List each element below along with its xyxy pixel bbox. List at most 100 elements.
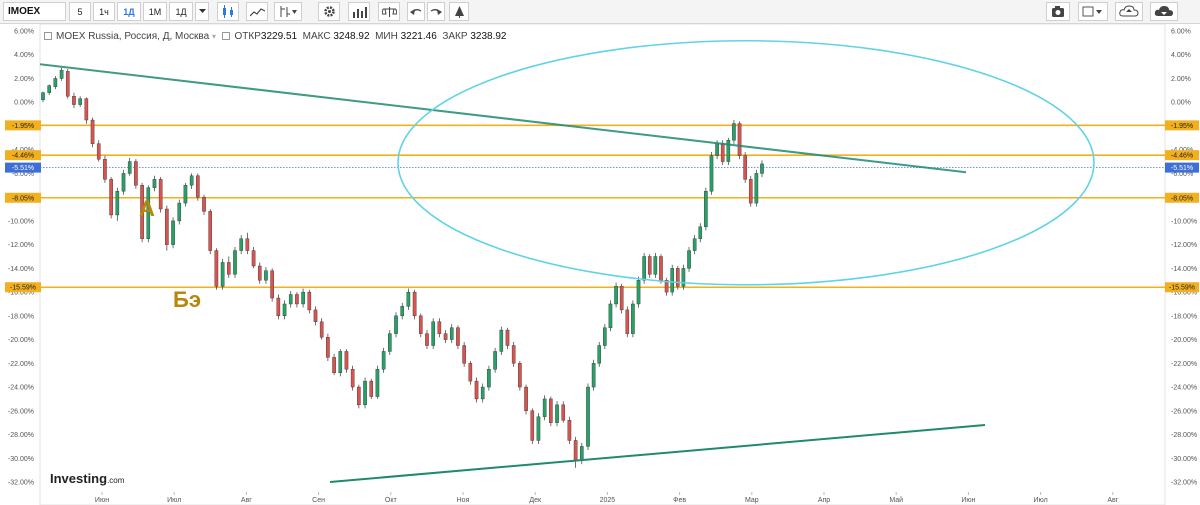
candle-body xyxy=(597,345,602,364)
area-icon[interactable] xyxy=(246,2,268,21)
interval-1d-button[interactable]: 1Д xyxy=(117,2,141,21)
eye-icon[interactable] xyxy=(221,32,230,41)
low-value: 3221.46 xyxy=(400,31,437,42)
candle-body xyxy=(109,179,113,216)
candle-body xyxy=(608,303,613,328)
candle-body xyxy=(96,143,101,160)
interval-1h-button[interactable]: 1ч xyxy=(93,2,115,21)
cloud-upload-icon[interactable] xyxy=(1115,2,1143,21)
y-tick-label-right: -30.00% xyxy=(1171,456,1197,463)
redo-icon[interactable] xyxy=(427,2,445,21)
instrument-name: MOEX Russia, Россия, Д, Москва xyxy=(56,31,210,42)
chart-toolbar: IMOEX 5 1ч 1Д 1М 1Д xyxy=(0,0,1200,24)
candle-body xyxy=(619,285,624,311)
candle-body xyxy=(580,446,584,461)
open-label: ОТКР xyxy=(234,31,261,42)
candle-body xyxy=(720,143,725,162)
high-label: МАКС xyxy=(302,31,331,42)
y-tick-label-left: -10.00% xyxy=(8,218,34,225)
interval-5m-button[interactable]: 5 xyxy=(69,2,91,21)
candle-body xyxy=(363,380,367,406)
y-tick-label-right: 6.00% xyxy=(1171,29,1191,36)
y-tick-label-left: 6.00% xyxy=(14,29,34,36)
candle-body xyxy=(270,270,274,299)
candle-body xyxy=(474,380,479,400)
candle-body xyxy=(208,211,213,251)
candle-body xyxy=(350,369,355,388)
investing-logo: Investing.com xyxy=(50,471,124,486)
candle-body xyxy=(72,96,76,105)
symbol-input[interactable]: IMOEX xyxy=(3,2,66,21)
candle-body xyxy=(202,196,206,212)
interval-1m-button[interactable]: 1М xyxy=(143,2,167,21)
candles-icon[interactable] xyxy=(217,2,239,21)
candle-body xyxy=(381,351,386,370)
indicators-icon[interactable] xyxy=(274,2,302,21)
candle-body xyxy=(295,294,299,305)
price-level-label-right: -4.46% xyxy=(1171,153,1193,160)
candle-body xyxy=(732,123,736,141)
candle-body xyxy=(437,321,442,334)
candle-body xyxy=(65,71,70,97)
volume-icon[interactable] xyxy=(348,2,370,21)
candle-body xyxy=(344,351,349,370)
candle-body xyxy=(524,386,528,411)
candle-body xyxy=(715,143,719,156)
candle-body xyxy=(760,163,764,174)
color-picker-button[interactable] xyxy=(1078,2,1108,21)
candle-body xyxy=(196,175,200,198)
candle-body xyxy=(443,333,448,340)
interval-chevron-down-icon[interactable] xyxy=(195,2,209,21)
candle-body xyxy=(468,363,473,382)
candle-body xyxy=(47,85,51,93)
low-label: МИН xyxy=(375,31,398,42)
info-chevron-icon[interactable]: ▾ xyxy=(212,32,216,41)
close-label: ЗАКР xyxy=(442,31,468,42)
interval-dropdown[interactable]: 1Д xyxy=(169,2,193,21)
undo-icon[interactable] xyxy=(407,2,425,21)
y-tick-label-left: -28.00% xyxy=(8,432,34,439)
candle-body xyxy=(307,291,312,311)
candle-body xyxy=(456,327,460,346)
candle-body xyxy=(357,386,361,406)
candle-body xyxy=(561,404,566,421)
candle-body xyxy=(659,256,663,281)
candle-body xyxy=(591,363,596,388)
brand-name: Investing xyxy=(50,471,108,486)
candle-body xyxy=(369,380,374,397)
settings-icon[interactable] xyxy=(318,2,340,21)
x-tick-label: Июл xyxy=(167,497,181,504)
price-level-label-right: -5.51% xyxy=(1171,165,1193,172)
y-tick-label-left: -22.00% xyxy=(8,361,34,368)
collapse-icon[interactable] xyxy=(44,32,52,41)
candle-body xyxy=(692,238,697,251)
annotation-be: Бэ xyxy=(173,287,201,312)
y-tick-label-left: -20.00% xyxy=(8,337,34,344)
candle-body xyxy=(245,238,250,251)
candle-body xyxy=(41,92,45,101)
candle-body xyxy=(425,333,429,346)
candle-body xyxy=(165,208,169,245)
camera-icon[interactable] xyxy=(1046,2,1070,21)
candle-body xyxy=(171,220,175,245)
y-tick-label-right: -26.00% xyxy=(1171,408,1197,415)
compare-icon[interactable] xyxy=(378,2,400,21)
cloud-download-icon[interactable] xyxy=(1150,2,1178,21)
candle-body xyxy=(183,185,188,204)
candle-body xyxy=(704,191,708,228)
drawing-icon[interactable] xyxy=(449,2,469,21)
candle-body xyxy=(220,262,225,287)
candle-body xyxy=(586,386,590,447)
candle-body xyxy=(687,250,691,269)
y-tick-label-left: 2.00% xyxy=(14,76,34,83)
candle-body xyxy=(737,123,742,156)
candle-body xyxy=(614,285,618,305)
x-tick-label: Май xyxy=(889,496,903,504)
chart-area[interactable]: 6.00% 6.00% 4.00% 4.00% 2.00% 2.00% 0.00% 0.00%… xyxy=(0,24,1200,505)
high-value: 3248.92 xyxy=(333,31,370,42)
x-tick-label: Авг xyxy=(241,497,252,504)
price-chart[interactable]: 6.00% 6.00% 4.00% 4.00% 2.00% 2.00% 0.00% 0.00%… xyxy=(0,24,1200,505)
plot-frame xyxy=(39,24,1166,505)
candle-body xyxy=(214,250,219,287)
x-tick-label: Фев xyxy=(673,497,686,504)
